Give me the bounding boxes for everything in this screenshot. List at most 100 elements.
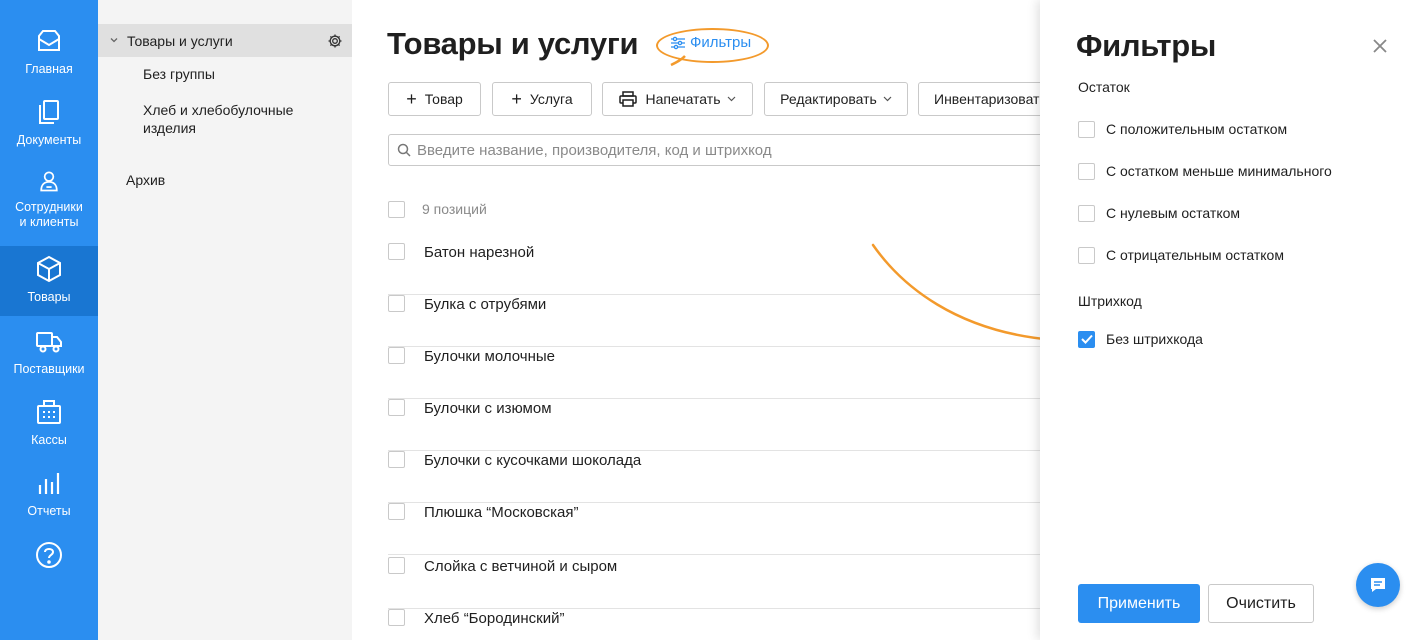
inventory-label: Инвентаризовать [934,91,1047,107]
checkbox[interactable] [1078,162,1095,180]
checkbox[interactable] [1078,246,1095,264]
product-name: Булочки с кусочками шоколада [424,452,642,469]
plus-icon: + [511,89,522,109]
product-name: Булка с отрубями [424,296,547,313]
row-checkbox[interactable] [388,399,405,416]
table-row[interactable]: Батон нарезной [388,243,1040,295]
truck-icon [36,332,62,353]
table-row[interactable]: Булочки молочные [388,347,1040,399]
tree-item-root[interactable]: Товары и услуги [98,24,352,57]
tree-item-label-line1: Хлеб и хлебобулочные [143,102,294,118]
filter-option-no-barcode[interactable]: Без штрихкода [1078,330,1203,348]
close-icon[interactable] [1371,37,1389,55]
table-row[interactable]: Булочки с изюмом [388,399,1040,451]
filter-option-zero-stock[interactable]: С нулевым остатком [1078,204,1240,222]
filters-link-label: Фильтры [690,34,752,51]
product-name: Плюшка “Московская” [424,504,579,521]
row-checkbox[interactable] [388,347,405,364]
print-label: Напечатать [645,91,721,107]
row-checkbox[interactable] [388,557,405,574]
edit-label: Редактировать [780,91,877,107]
nav-item-documents[interactable]: Документы [0,89,98,159]
nav-item-home[interactable]: Главная [0,18,98,88]
tree-item-bread[interactable]: Хлеб и хлебобулочные изделия [143,101,293,137]
gear-icon[interactable] [327,33,343,49]
filter-option-negative-stock[interactable]: С отрицательным остатком [1078,246,1284,264]
nav-item-suppliers[interactable]: Поставщики [0,318,98,388]
search-field[interactable] [388,134,1068,166]
add-product-button[interactable]: + Товар [388,82,481,116]
row-checkbox[interactable] [388,243,405,260]
items-count: 9 позиций [422,201,487,217]
option-label: С отрицательным остатком [1106,247,1284,263]
table-row[interactable]: Плюшка “Московская” [388,503,1040,555]
filters-drawer: Фильтры Остаток С положительным остатком… [1040,0,1418,640]
drawer-title: Фильтры [1076,28,1217,63]
edit-button[interactable]: Редактировать [764,82,908,116]
box-icon [37,255,61,283]
tree-item-label: Товары и услуги [127,33,233,49]
documents-icon [39,100,59,124]
select-all-checkbox[interactable] [388,201,405,218]
clear-button[interactable]: Очистить [1208,584,1314,623]
row-checkbox[interactable] [388,503,405,520]
plus-icon: + [406,89,417,109]
nav-item-label: Товары [27,290,71,304]
option-label: С остатком меньше минимального [1106,163,1332,179]
category-tree: Товары и услуги Без группы Хлеб и хлебоб… [98,0,352,640]
annotation-highlight-tail [670,55,686,67]
table-row[interactable]: Слойка с ветчиной и сыром [388,557,1040,609]
mail-icon [38,30,60,51]
product-name: Хлеб “Бородинский” [424,610,565,627]
bar-chart-icon [38,473,60,494]
register-icon [37,400,61,424]
add-service-button[interactable]: + Услуга [492,82,592,116]
main-content: Товары и услуги Фильтры + Товар + Услуга… [352,0,1068,640]
checkbox[interactable] [1078,204,1095,222]
apply-button[interactable]: Применить [1078,584,1200,623]
main-navigation: Главная Документы Сотрудники и клиенты Т… [0,0,98,640]
option-label: С нулевым остатком [1106,205,1241,221]
product-name: Батон нарезной [424,244,535,261]
filters-link[interactable]: Фильтры [670,34,751,51]
add-service-label: Услуга [529,91,573,107]
tree-item-label-line2: изделия [143,120,196,136]
nav-item-reports[interactable]: Отчеты [0,460,98,530]
filter-sliders-icon [671,36,685,49]
nav-item-label: Документы [16,133,82,147]
row-checkbox[interactable] [388,295,405,312]
nav-item-products[interactable]: Товары [0,246,98,316]
nav-item-registers[interactable]: Кассы [0,389,98,459]
product-name: Булочки с изюмом [424,400,552,417]
filter-option-positive-stock[interactable]: С положительным остатком [1078,120,1287,138]
product-name: Булочки молочные [424,348,556,365]
section-label-stock: Остаток [1078,79,1130,95]
chevron-down-icon [883,96,892,102]
search-icon [397,143,411,157]
page-title: Товары и услуги [387,26,639,61]
nav-item-label: Поставщики [13,362,85,376]
nav-item-label-line2: и клиенты [19,215,79,229]
checkbox-checked[interactable] [1078,330,1095,348]
filter-option-below-min[interactable]: С остатком меньше минимального [1078,162,1332,180]
tree-item-archive[interactable]: Архив [126,171,165,189]
chevron-down-icon[interactable] [109,35,119,45]
add-product-label: Товар [424,91,463,107]
product-name: Слойка с ветчиной и сыром [424,558,618,575]
chat-button[interactable] [1356,563,1400,607]
search-input[interactable] [417,141,1037,159]
printer-icon [619,91,638,107]
print-button[interactable]: Напечатать [602,82,753,116]
nav-item-people[interactable]: Сотрудники и клиенты [0,160,98,230]
row-checkbox[interactable] [388,451,405,468]
nav-item-label-line1: Сотрудники [15,200,83,214]
help-button[interactable] [0,532,98,602]
table-row[interactable]: Хлеб “Бородинский” [388,609,1040,640]
nav-item-label: Главная [25,62,73,76]
chat-icon [1371,578,1385,592]
row-checkbox[interactable] [388,609,405,626]
tree-item-no-group[interactable]: Без группы [143,65,215,83]
checkbox[interactable] [1078,120,1095,138]
table-row[interactable]: Булка с отрубями [388,295,1040,347]
table-row[interactable]: Булочки с кусочками шоколада [388,451,1040,503]
